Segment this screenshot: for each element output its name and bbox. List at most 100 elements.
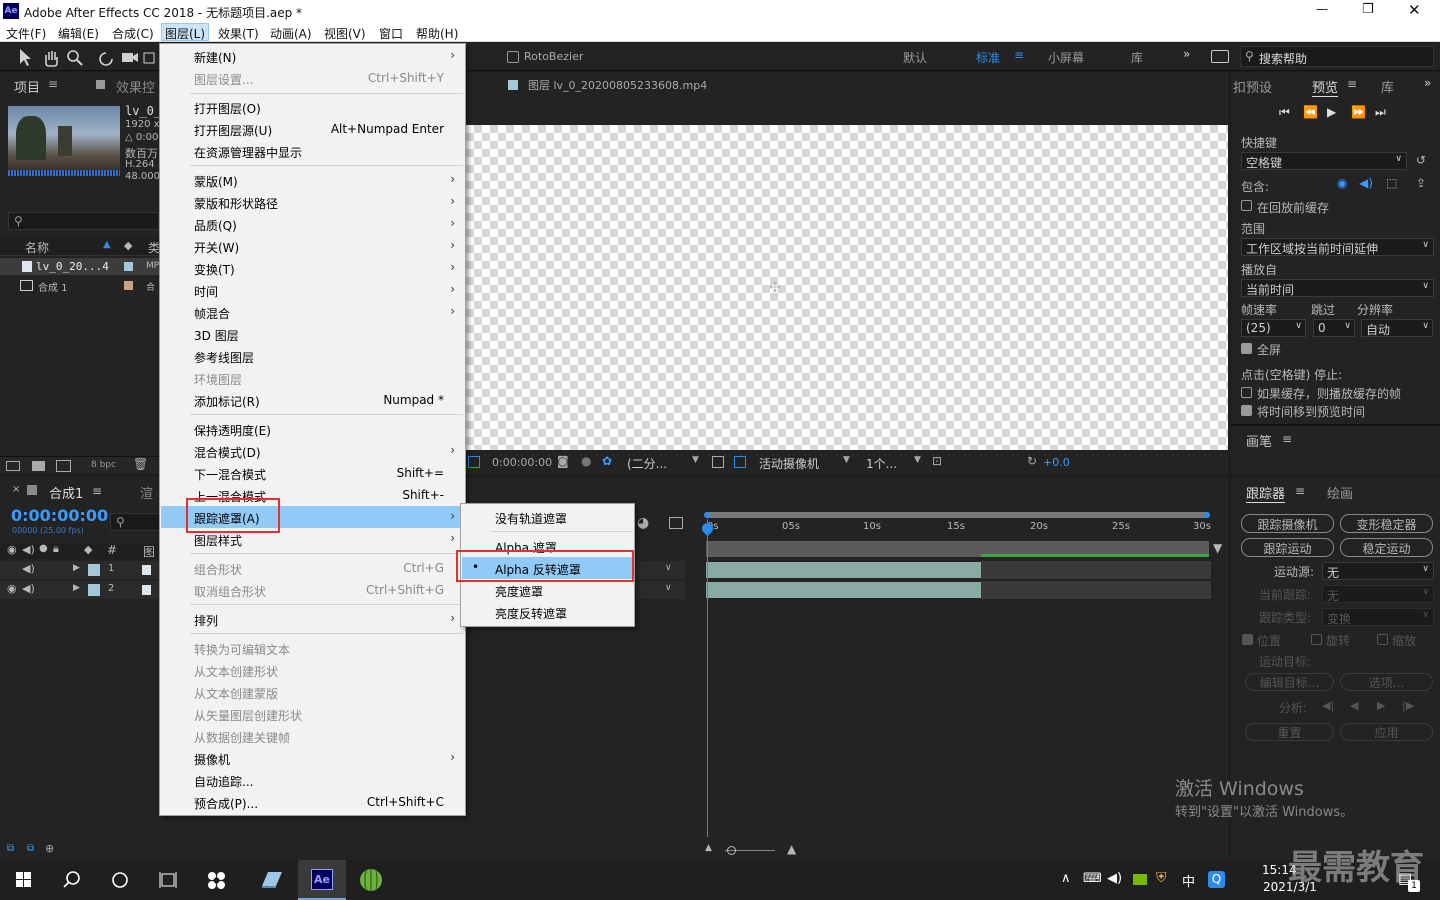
menu-item-open-layer-source[interactable]: 打开图层源(U) Alt+Numpad Enter xyxy=(161,118,464,140)
include-audio-icon[interactable]: ◀) xyxy=(1359,176,1373,190)
menu-composition[interactable]: 合成(C) xyxy=(112,25,154,42)
include-video-icon[interactable]: ◉ xyxy=(1337,176,1347,190)
render-queue-tab[interactable]: 渲 xyxy=(140,483,153,502)
menu-window[interactable]: 窗口 xyxy=(379,25,403,42)
tool-icons[interactable] xyxy=(16,47,156,67)
play-icon[interactable]: ▶ xyxy=(1327,105,1336,119)
menu-item-camera[interactable]: 摄像机 › xyxy=(161,747,464,769)
play-cached-checkbox[interactable] xyxy=(1241,387,1252,398)
security-shield-icon[interactable]: ⛨ xyxy=(1156,870,1167,886)
chevron-down-icon[interactable]: ∨ xyxy=(665,583,672,593)
next-frame-icon[interactable]: ⏩ xyxy=(1351,105,1366,119)
rotobezier-checkbox[interactable] xyxy=(507,51,519,63)
submenu-luma-matte[interactable]: 亮度遮罩 xyxy=(462,579,633,601)
libraries-tab[interactable]: 库 xyxy=(1381,77,1394,96)
export-icon[interactable]: ⇪ xyxy=(1416,176,1426,190)
workspace-standard[interactable]: 标准 xyxy=(976,49,1000,66)
comp-tab-menu-icon[interactable]: ≡ xyxy=(92,484,102,498)
lock-icon[interactable]: 🔒︎ xyxy=(53,542,59,556)
menu-item-preserve-transparency[interactable]: 保持透明度(E) xyxy=(161,418,464,440)
menu-item-blending-mode[interactable]: 混合模式(D) › xyxy=(161,440,464,462)
audio-icon[interactable]: ◀) xyxy=(22,562,35,575)
app-notebook-icon[interactable] xyxy=(248,860,296,900)
expand-icon[interactable]: ▶ xyxy=(73,583,80,593)
submenu-luma-inverted-matte[interactable]: 亮度反转遮罩 xyxy=(462,601,633,623)
maximize-button[interactable]: ❐ xyxy=(1362,2,1374,17)
col-name-label[interactable]: 名称 xyxy=(25,239,49,256)
audio-icon[interactable]: ◀) xyxy=(22,582,35,595)
menu-item-arrange[interactable]: 排列 › xyxy=(161,608,464,630)
reset-exposure-icon[interactable]: ↻ xyxy=(1027,454,1037,468)
stabilize-motion-button[interactable]: 稳定运动 xyxy=(1340,538,1433,557)
preview-tab[interactable]: 预览 xyxy=(1312,77,1339,97)
sync-icon[interactable] xyxy=(1211,50,1229,63)
motion-blur-icon[interactable]: ◕ xyxy=(637,515,649,531)
transparency-grid-icon[interactable] xyxy=(734,456,746,468)
layer-row-1[interactable]: ◀) ▶ 1 xyxy=(0,561,160,579)
submenu-no-track-matte[interactable]: 没有轨道遮罩 xyxy=(462,506,633,528)
menu-edit[interactable]: 编辑(E) xyxy=(58,25,99,42)
viewer-timecode[interactable]: 0:00:00:00 xyxy=(492,456,552,469)
fullscreen-checkbox[interactable] xyxy=(1241,343,1252,354)
toggle-switches-icon[interactable]: ⧉ xyxy=(7,843,14,854)
new-folder-icon[interactable] xyxy=(32,461,45,471)
resolution-dropdown[interactable]: (二分... xyxy=(627,455,667,472)
paint-tab[interactable]: 绘画 xyxy=(1327,483,1353,502)
menu-item-pre-compose[interactable]: 预合成(P)... Ctrl+Shift+C xyxy=(161,791,464,813)
reset-shortcut-icon[interactable]: ↺ xyxy=(1416,153,1426,167)
timeline-search-input[interactable]: ⚲ xyxy=(110,513,162,531)
last-frame-icon[interactable]: ⏭ xyxy=(1375,105,1386,120)
qq-icon[interactable]: Q xyxy=(1208,871,1225,888)
skip-dropdown[interactable]: 0 ∨ xyxy=(1313,319,1355,337)
menu-item-switches[interactable]: 开关(W) › xyxy=(161,235,464,257)
help-search-input[interactable]: ⚲ 搜索帮助 xyxy=(1240,46,1434,67)
layer-label-swatch[interactable] xyxy=(88,564,100,576)
toggle-modes-icon[interactable]: ⧉ xyxy=(27,843,34,854)
work-area-bar[interactable] xyxy=(704,512,1210,518)
menu-layer[interactable]: 图层(L) xyxy=(161,23,210,41)
menu-item-frame-blending[interactable]: 帧混合 › xyxy=(161,301,464,323)
menu-item-mask-shape-path[interactable]: 蒙版和形状路径 › xyxy=(161,191,464,213)
label-color-swatch[interactable] xyxy=(124,262,133,271)
comp-marker-icon[interactable]: ▼ xyxy=(1213,541,1222,555)
track-camera-button[interactable]: 跟踪摄像机 xyxy=(1241,514,1334,533)
brush-menu-icon[interactable]: ≡ xyxy=(1282,432,1292,446)
menu-item-next-blending-mode[interactable]: 下一混合模式 Shift+= xyxy=(161,462,464,484)
move-time-checkbox[interactable] xyxy=(1241,405,1252,416)
start-button[interactable] xyxy=(0,860,48,900)
layer-label-swatch[interactable] xyxy=(88,584,100,596)
frame-rate-dropdown[interactable]: (25) ∨ xyxy=(1241,319,1306,337)
snapshot-icon[interactable]: ◙ xyxy=(557,454,569,468)
layer-bar-1[interactable] xyxy=(706,562,981,578)
channel-icon[interactable]: ✿ xyxy=(602,454,612,468)
workspace-small[interactable]: 小屏幕 xyxy=(1048,49,1084,66)
chevron-down-icon[interactable]: ∨ xyxy=(665,563,672,573)
app-pinwheel-icon[interactable] xyxy=(192,860,240,900)
more-panels-icon[interactable]: » xyxy=(1424,76,1431,90)
menu-help[interactable]: 帮助(H) xyxy=(416,25,458,42)
shortcut-dropdown[interactable]: 空格键 ∨ xyxy=(1241,152,1407,170)
time-ruler[interactable]: 0s 05s 10s 15s 20s 25s 30s xyxy=(702,511,1212,542)
resolution-dropdown[interactable]: 自动 ∨ xyxy=(1361,319,1433,337)
graph-editor-icon[interactable] xyxy=(669,517,683,529)
close-button[interactable]: ✕ xyxy=(1408,1,1421,19)
menu-item-new[interactable]: 新建(N) › xyxy=(161,45,464,67)
minimize-button[interactable]: — xyxy=(1316,2,1328,16)
nvidia-icon[interactable] xyxy=(1133,874,1147,885)
warp-stabilizer-button[interactable]: 变形稳定器 xyxy=(1340,514,1433,533)
new-composition-icon[interactable] xyxy=(56,460,71,472)
first-frame-icon[interactable]: ⏮ xyxy=(1279,105,1290,120)
menu-item-add-marker[interactable]: 添加标记(R) Numpad * xyxy=(161,389,464,411)
layer-row-2[interactable]: ◉ ◀) ▶ 2 xyxy=(0,581,160,599)
task-view-icon[interactable] xyxy=(144,860,192,900)
workspace-menu-icon[interactable]: ≡ xyxy=(1014,48,1024,62)
menu-item-transform[interactable]: 变换(T) › xyxy=(161,257,464,279)
eye-icon[interactable]: ◉ xyxy=(7,582,17,595)
volume-icon[interactable]: ◀) xyxy=(1107,871,1122,886)
menu-file[interactable]: 文件(F) xyxy=(6,25,46,42)
toggle-pixel-icon[interactable]: ⊡ xyxy=(932,454,942,468)
viewer-tab[interactable]: 图层 lv_0_20200805233608.mp4 xyxy=(528,77,707,93)
menu-item-quality[interactable]: 品质(Q) › xyxy=(161,213,464,235)
track-motion-button[interactable]: 跟踪运动 xyxy=(1241,538,1334,557)
interpret-footage-icon[interactable] xyxy=(6,461,20,471)
